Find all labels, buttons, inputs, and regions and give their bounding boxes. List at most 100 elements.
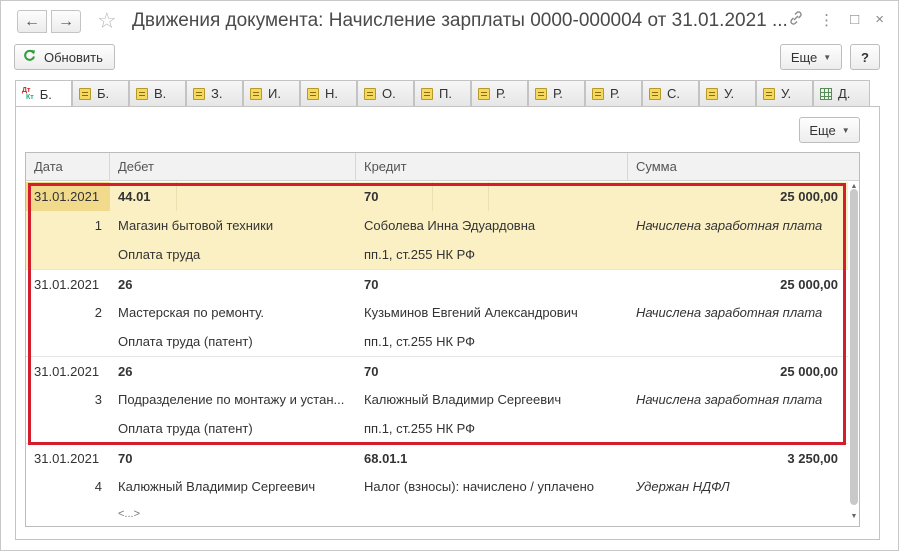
favorite-star-icon[interactable]: ☆ (97, 8, 117, 34)
tab-13[interactable]: У. (756, 80, 813, 106)
register-icon (250, 87, 262, 100)
table-row[interactable]: 31.01.2021 44.01 70 25 000,00 (26, 182, 848, 211)
table-row[interactable]: <...> (26, 501, 848, 526)
tab-label: У. (724, 86, 735, 101)
tab-12[interactable]: У. (699, 80, 756, 106)
document-movements-window: ← → ☆ Движения документа: Начисление зар… (0, 0, 899, 551)
table-row[interactable]: 2 Мастерская по ремонту. Кузьминов Евгений… (26, 298, 848, 327)
register-tabs: Дт Кт Б. Б. В. З. И. Н. О. П. Р. Р. Р. С. У. У. Д. (15, 80, 870, 107)
debit-account: 70 (118, 451, 133, 466)
column-header-date[interactable]: Дата (26, 153, 110, 181)
credit-subconto-2: пп.1, ст.255 НК РФ (364, 247, 476, 262)
entry-number: 4 (94, 479, 102, 494)
table-row[interactable]: 31.01.2021 26 70 25 000,00 (26, 356, 848, 385)
tab-8[interactable]: Р. (471, 80, 528, 106)
debit-account: 44.01 (118, 189, 151, 204)
entry-content: Начислена заработная плата (636, 218, 823, 233)
more-menu-icon[interactable]: ⋮ (819, 11, 834, 29)
debit-subconto-2: Оплата труда (патент) (118, 334, 253, 349)
tab-5[interactable]: Н. (300, 80, 357, 106)
table-more-button[interactable]: Еще ▼ (799, 117, 860, 143)
register-icon (649, 87, 661, 100)
more-label: Еще (790, 49, 818, 65)
entry-content: Начислена заработная плата (636, 305, 823, 320)
more-actions-button[interactable]: Еще ▼ (780, 44, 842, 70)
table-row[interactable]: 3 Подразделение по монтажу и устан... Калю… (26, 385, 848, 414)
register-icon (79, 87, 91, 100)
entry-sum: 25 000,00 (780, 364, 838, 379)
debit-subconto-2: Оплата труда (118, 247, 201, 262)
help-button[interactable]: ? (850, 44, 880, 70)
credit-subconto-2: пп.1, ст.255 НК РФ (364, 421, 476, 436)
entry-date: 31.01.2021 (34, 451, 100, 466)
tab-11[interactable]: С. (642, 80, 699, 106)
tab-label: П. (439, 86, 452, 101)
tab-label: Д. (838, 86, 851, 101)
tab-7[interactable]: П. (414, 80, 471, 106)
tab-label: С. (667, 86, 680, 101)
tab-2[interactable]: В. (129, 80, 186, 106)
tab-4[interactable]: И. (243, 80, 300, 106)
entry-date: 31.01.2021 (34, 189, 100, 204)
tab-label: Р. (553, 86, 563, 101)
debit-account: 26 (118, 364, 133, 379)
tab-6[interactable]: О. (357, 80, 414, 106)
refresh-button[interactable]: Обновить (14, 44, 115, 70)
table-row[interactable]: 4 Калюжный Владимир Сергеевич Налог (взнос… (26, 472, 848, 501)
debit-account: 26 (118, 277, 133, 292)
table-row[interactable]: Оплата труда пп.1, ст.255 НК РФ (26, 240, 848, 269)
link-icon[interactable] (789, 11, 803, 29)
tab-0[interactable]: Дт Кт Б. (15, 80, 72, 107)
credit-account: 70 (364, 277, 379, 292)
close-window-icon[interactable]: × (875, 11, 884, 29)
column-header-debit[interactable]: Дебет (110, 153, 356, 181)
table-more-label: Еще (809, 122, 836, 138)
tab-label: Б. (39, 86, 52, 102)
table-icon (820, 87, 832, 100)
forward-button[interactable]: → (51, 10, 81, 33)
register-icon (592, 87, 604, 100)
entries-table[interactable]: Дата Дебет Кредит Сумма 31.01.2021 44.01 7… (25, 152, 860, 527)
entry-date: 31.01.2021 (34, 364, 100, 379)
back-button[interactable]: ← (17, 10, 47, 33)
tab-label: Б. (97, 86, 110, 101)
debit-subconto-1: Магазин бытовой техники (118, 218, 274, 233)
tab-10[interactable]: Р. (585, 80, 642, 106)
tab-3[interactable]: З. (186, 80, 243, 106)
title-bar: ← → ☆ Движения документа: Начисление зар… (1, 1, 898, 41)
register-icon (478, 87, 490, 100)
arrow-right-icon: → (58, 12, 74, 30)
scroll-down-icon[interactable]: ▼ (848, 513, 859, 520)
entry-sum: 3 250,00 (787, 451, 838, 466)
refresh-label: Обновить (44, 49, 103, 65)
window-controls: ⋮ □ × (789, 11, 884, 29)
column-header-credit[interactable]: Кредит (356, 153, 628, 181)
tab-label: В. (154, 86, 167, 101)
entry-number: 1 (94, 218, 102, 233)
entry-content: Удержан НДФЛ (636, 479, 730, 494)
tab-14[interactable]: Д. (813, 80, 870, 106)
debit-subconto-2: Оплата труда (патент) (118, 421, 253, 436)
chevron-down-icon: ▼ (823, 52, 832, 62)
more-rows-indicator: <...> (118, 508, 141, 520)
tab-1[interactable]: Б. (72, 80, 129, 106)
debit-subconto-1: Подразделение по монтажу и устан... (118, 392, 345, 407)
column-header-sum[interactable]: Сумма (628, 153, 848, 181)
credit-subconto-2: пп.1, ст.255 НК РФ (364, 334, 476, 349)
table-row[interactable]: 31.01.2021 70 68.01.1 3 250,00 (26, 443, 848, 472)
scrollbar-thumb[interactable] (850, 189, 858, 505)
table-row[interactable]: 31.01.2021 26 70 25 000,00 (26, 269, 848, 298)
refresh-icon (23, 49, 36, 66)
credit-account: 68.01.1 (364, 451, 408, 466)
entry-number: 2 (94, 305, 102, 320)
entry-sum: 25 000,00 (780, 189, 838, 204)
table-row[interactable]: Оплата труда (патент) пп.1, ст.255 НК РФ (26, 414, 848, 443)
register-icon (421, 87, 433, 100)
tab-9[interactable]: Р. (528, 80, 585, 106)
restore-window-icon[interactable]: □ (850, 11, 859, 29)
register-icon (136, 87, 148, 100)
credit-subconto-2 (364, 501, 626, 526)
table-row[interactable]: Оплата труда (патент) пп.1, ст.255 НК РФ (26, 327, 848, 356)
tab-label: Р. (496, 86, 506, 101)
table-row[interactable]: 1 Магазин бытовой техники Соболева Инна Эд… (26, 211, 848, 240)
